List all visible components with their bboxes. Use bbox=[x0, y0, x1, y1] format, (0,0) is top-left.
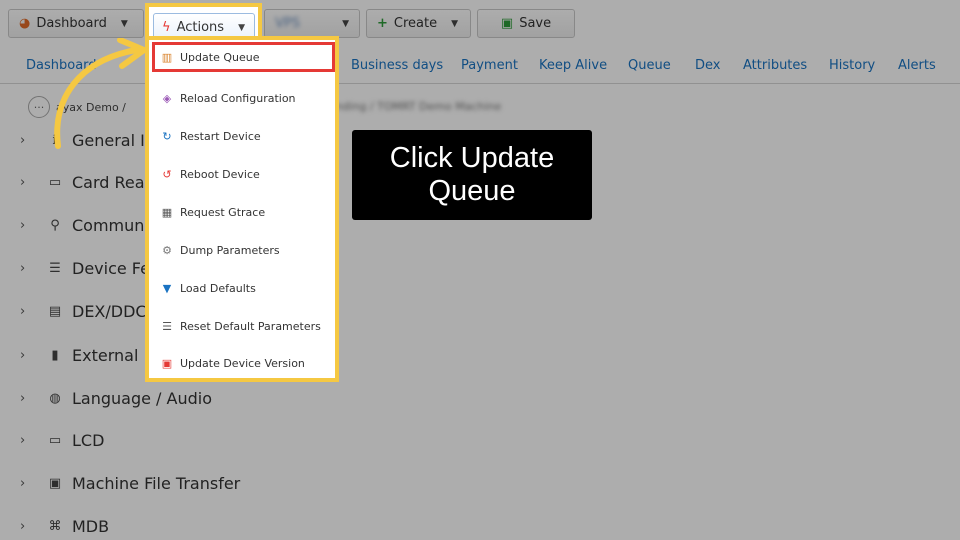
menu-item-label: Update Device Version bbox=[180, 356, 305, 370]
menu-item-label: Reload Configuration bbox=[180, 91, 296, 105]
gtrace-icon: ▦ bbox=[161, 205, 173, 219]
actions-menu: ▥ Update Queue ◈ Reload Configuration ↻ … bbox=[145, 36, 339, 382]
restart-icon: ↻ bbox=[162, 129, 172, 143]
menu-item-label: Update Queue bbox=[180, 50, 260, 64]
menu-item-reload-configuration[interactable]: ◈ Reload Configuration bbox=[155, 83, 331, 113]
menu-item-request-gtrace[interactable]: ▦ Request Gtrace bbox=[155, 197, 331, 227]
menu-item-dump-parameters[interactable]: ⚙ Dump Parameters bbox=[155, 235, 331, 265]
menu-item-reboot-device[interactable]: ↺ Reboot Device bbox=[155, 159, 331, 189]
menu-item-label: Reset Default Parameters bbox=[180, 319, 321, 333]
reload-icon: ◈ bbox=[162, 91, 172, 105]
reboot-icon: ↺ bbox=[162, 167, 172, 181]
menu-item-restart-device[interactable]: ↻ Restart Device bbox=[155, 121, 331, 151]
menu-item-reset-default-parameters[interactable]: ☰ Reset Default Parameters bbox=[155, 311, 331, 341]
device-version-icon: ▣ bbox=[161, 356, 173, 370]
load-icon: ▼ bbox=[162, 281, 172, 295]
actions-label: Actions bbox=[176, 20, 225, 35]
menu-item-update-device-version[interactable]: ▣ Update Device Version bbox=[155, 348, 331, 378]
pointer-arrow-icon bbox=[54, 38, 147, 149]
lightning-icon: ϟ bbox=[162, 20, 171, 35]
menu-item-update-queue[interactable]: ▥ Update Queue bbox=[152, 42, 335, 72]
gear-icon: ⚙ bbox=[162, 243, 172, 257]
menu-item-label: Load Defaults bbox=[180, 281, 256, 295]
callout-text: Click Update Queue bbox=[389, 142, 555, 207]
chevron-down-icon: ▼ bbox=[238, 22, 245, 33]
menu-item-label: Reboot Device bbox=[180, 167, 260, 181]
queue-icon: ▥ bbox=[161, 50, 173, 64]
menu-item-label: Dump Parameters bbox=[180, 243, 280, 257]
instruction-callout: Click Update Queue bbox=[352, 130, 592, 220]
list-icon: ☰ bbox=[162, 319, 172, 333]
menu-item-label: Request Gtrace bbox=[180, 205, 266, 219]
menu-item-load-defaults[interactable]: ▼ Load Defaults bbox=[155, 273, 331, 303]
menu-item-label: Restart Device bbox=[180, 129, 261, 143]
